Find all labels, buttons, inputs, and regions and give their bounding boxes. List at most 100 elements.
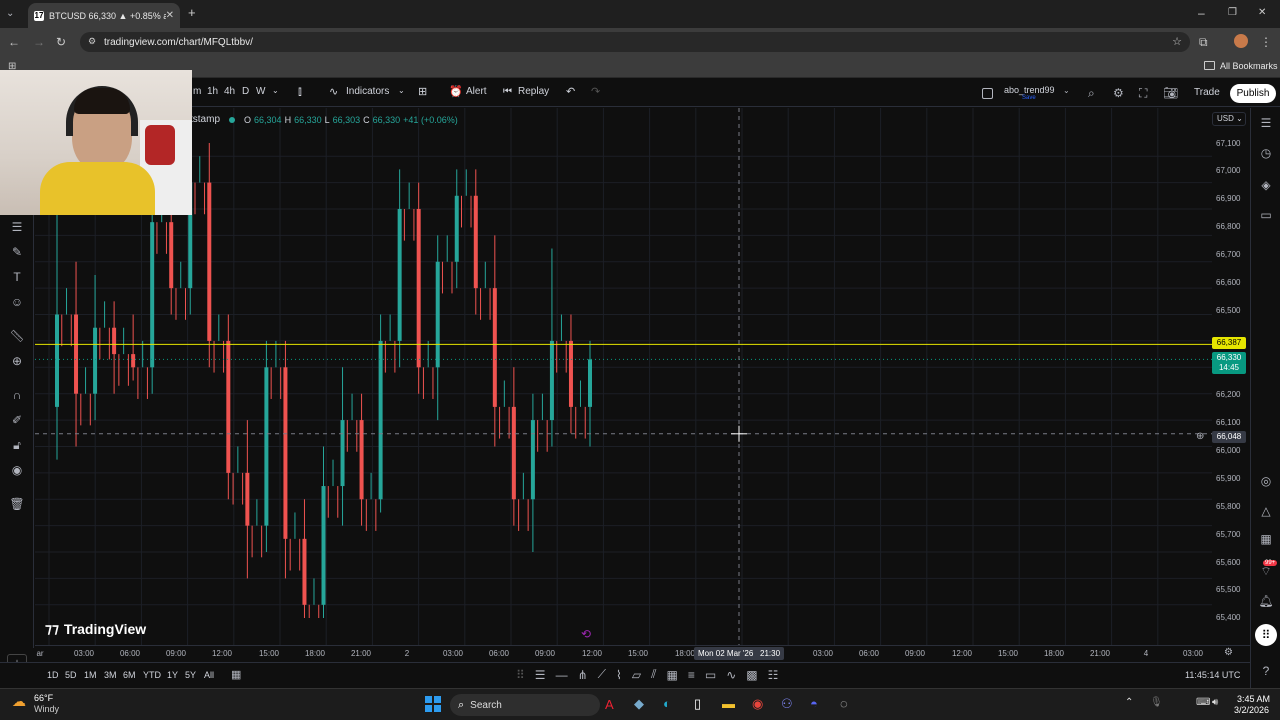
- indicators-dropdown-icon[interactable]: ⌄: [398, 86, 405, 95]
- range-5d[interactable]: 5D: [65, 670, 77, 680]
- app-icon-misc[interactable]: ◌: [840, 696, 848, 711]
- tray-network-icon[interactable]: ⌨: [1196, 697, 1210, 708]
- back-icon[interactable]: ←: [8, 35, 20, 49]
- forward-icon[interactable]: →: [33, 35, 45, 49]
- ideas-triangle-icon[interactable]: △: [1258, 504, 1274, 520]
- trash-icon[interactable]: 🗑︎: [9, 497, 25, 513]
- tab-close-icon[interactable]: ✕: [166, 10, 174, 21]
- pitchfork-icon[interactable]: ⋔: [578, 668, 588, 682]
- layout-save-label[interactable]: Save: [1022, 95, 1036, 101]
- app-icon-copilot[interactable]: ◆: [634, 696, 644, 712]
- replay-button[interactable]: Replay: [518, 86, 549, 97]
- settings-gear-icon[interactable]: ⚙: [1113, 86, 1124, 100]
- magnet-icon[interactable]: ∩: [9, 388, 25, 404]
- browser-menu-icon[interactable]: ⋮: [1260, 35, 1272, 49]
- reload-icon[interactable]: ↻: [56, 35, 66, 49]
- chart-type-candles-icon[interactable]: ⫾: [298, 84, 302, 99]
- visibility-eye-icon[interactable]: ◉: [9, 463, 25, 479]
- interval-4h[interactable]: 4h: [224, 86, 235, 97]
- start-windows-icon[interactable]: [425, 696, 441, 712]
- lock-drawing-icon[interactable]: ✐: [9, 413, 25, 429]
- close-window-icon[interactable]: ✕: [1258, 6, 1266, 20]
- lines-tool-icon[interactable]: ☰: [9, 220, 25, 236]
- chrome-icon[interactable]: ◉: [752, 696, 763, 712]
- trend-line-icon[interactable]: ⟋: [598, 667, 606, 682]
- gann-box-icon[interactable]: ▩: [746, 668, 757, 682]
- alert-button[interactable]: Alert: [466, 86, 487, 97]
- site-info-icon[interactable]: ⚙: [88, 36, 96, 47]
- trade-button[interactable]: Trade: [1194, 87, 1220, 98]
- tray-chevron-icon[interactable]: ⌃: [1125, 697, 1133, 708]
- app-icon-red[interactable]: A: [605, 697, 614, 712]
- horizontal-ray-icon[interactable]: —: [556, 668, 568, 682]
- range-ytd[interactable]: YTD: [143, 670, 161, 680]
- drag-handle-icon[interactable]: ⠿: [516, 668, 525, 682]
- go-to-date-icon[interactable]: ▦: [231, 668, 241, 681]
- range-all[interactable]: All: [204, 670, 214, 680]
- interval-dropdown-icon[interactable]: ⌄: [272, 86, 279, 95]
- candlestick-chart[interactable]: [35, 108, 1212, 645]
- legend-exchange[interactable]: tstamp: [190, 114, 220, 125]
- range-6m[interactable]: 6M: [123, 670, 136, 680]
- text-tool-icon[interactable]: T: [9, 270, 25, 286]
- edge-browser-icon[interactable]: ◐: [663, 696, 671, 711]
- all-bookmarks-link[interactable]: All Bookmarks: [1220, 61, 1278, 71]
- weather-icon[interactable]: ☁: [12, 693, 26, 710]
- taskbar-search-box[interactable]: ⌕ Search: [450, 694, 600, 716]
- new-tab-icon[interactable]: +: [188, 6, 196, 20]
- clock-time[interactable]: 3:45 AM: [1237, 694, 1270, 704]
- replay-marker-icon[interactable]: ⟲: [581, 627, 591, 641]
- interval-1d[interactable]: D: [242, 86, 249, 97]
- layers-icon[interactable]: ◈: [1258, 178, 1274, 194]
- indicators-button[interactable]: Indicators: [346, 86, 389, 97]
- layout-name[interactable]: abo_trend99: [1004, 85, 1055, 95]
- signal-icon[interactable]: ⌔: [1258, 564, 1274, 580]
- browser-tab[interactable]: 17 BTCUSD 66,330 ▲ +0.85% abo... ✕: [28, 3, 180, 28]
- teams-icon[interactable]: ⚇: [781, 696, 793, 712]
- calendar-icon[interactable]: ▦: [1258, 532, 1274, 548]
- layouts-grid-icon[interactable]: ⊞: [418, 85, 427, 98]
- alert-clock-icon[interactable]: ⏰: [449, 85, 463, 98]
- fullscreen-icon[interactable]: ⛶: [1139, 86, 1147, 100]
- publish-button[interactable]: Publish: [1230, 84, 1276, 103]
- range-1y[interactable]: 1Y: [167, 670, 178, 680]
- brush-tool-icon[interactable]: ✎: [9, 245, 25, 261]
- regression-icon[interactable]: ⫽: [651, 667, 656, 682]
- apps-circle-icon[interactable]: ⠿: [1255, 624, 1277, 646]
- fib-retracement-icon[interactable]: ≡: [688, 668, 695, 682]
- weather-desc[interactable]: Windy: [34, 704, 59, 714]
- quick-search-icon[interactable]: ⌕: [1088, 86, 1095, 100]
- interval-1h[interactable]: 1h: [207, 86, 218, 97]
- polyline-icon[interactable]: ∿: [726, 668, 736, 682]
- profile-avatar[interactable]: [1234, 34, 1248, 48]
- range-3m[interactable]: 3M: [104, 670, 117, 680]
- utc-clock[interactable]: 11:45:14 UTC: [1185, 670, 1240, 680]
- undo-icon[interactable]: ↶: [566, 85, 575, 98]
- add-alert-plus-icon[interactable]: ⊕: [1196, 431, 1204, 442]
- emoji-tool-icon[interactable]: ☺: [9, 295, 25, 311]
- extensions-icon[interactable]: ⧉: [1199, 35, 1208, 49]
- range-5y[interactable]: 5Y: [185, 670, 196, 680]
- time-axis[interactable]: ar 03:00 06:00 09:00 12:00 15:00 18:00 2…: [35, 645, 1250, 661]
- watchlist-icon[interactable]: ☰: [1258, 116, 1274, 132]
- help-icon[interactable]: ?: [1258, 664, 1274, 680]
- interval-minutes[interactable]: m: [193, 86, 201, 97]
- chat-icon[interactable]: ▭: [1258, 208, 1274, 224]
- target-icon[interactable]: ◎: [1258, 474, 1274, 490]
- clock-date[interactable]: 3/2/2026: [1234, 705, 1269, 715]
- alerts-clock-icon[interactable]: ◷: [1258, 146, 1274, 162]
- indicators-icon[interactable]: ∿: [329, 85, 338, 98]
- parallel-channel-icon[interactable]: ▱: [632, 668, 641, 682]
- time-axis-settings-icon[interactable]: ⚙: [1224, 647, 1233, 658]
- file-explorer-icon[interactable]: ▬: [722, 696, 735, 711]
- path-icon[interactable]: ⌇: [616, 668, 622, 682]
- price-axis[interactable]: USD ⌄ 67,100 67,000 66,900 66,800 66,700…: [1196, 108, 1250, 645]
- tray-volume-icon[interactable]: 🔊︎: [1212, 697, 1218, 708]
- file-icon[interactable]: ▯: [694, 696, 701, 712]
- bell-icon[interactable]: 🔔︎: [1258, 594, 1274, 610]
- range-1d[interactable]: 1D: [47, 670, 59, 680]
- tab-search-icon[interactable]: ⌄: [6, 7, 14, 21]
- currency-selector[interactable]: USD ⌄: [1212, 112, 1246, 126]
- zoom-tool-icon[interactable]: ⊕: [9, 354, 25, 370]
- restore-icon[interactable]: ❐: [1228, 6, 1237, 20]
